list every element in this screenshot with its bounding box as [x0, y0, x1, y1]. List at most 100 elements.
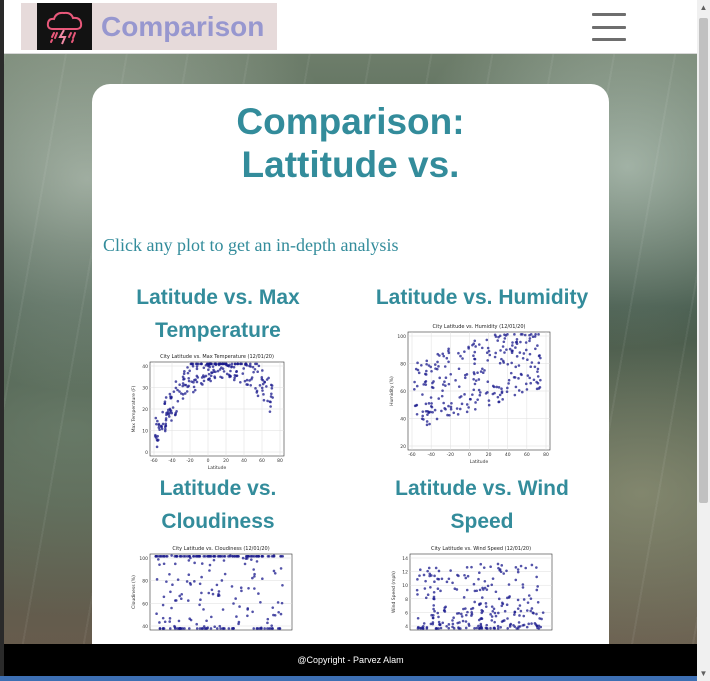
- scatter-point: [183, 370, 186, 373]
- scroll-down-arrow-icon[interactable]: ▼: [697, 666, 710, 681]
- scatter-point: [432, 607, 435, 611]
- navbar-brand[interactable]: Comparison: [21, 3, 277, 50]
- scatter-point: [168, 572, 171, 576]
- scatter-point: [458, 407, 462, 411]
- scatter-point: [280, 554, 283, 558]
- scatter-point: [429, 585, 432, 589]
- scatter-point: [183, 377, 186, 381]
- scatter-point: [261, 554, 265, 558]
- scatter-point: [270, 384, 274, 387]
- scatter-point: [437, 615, 440, 619]
- scatter-point: [516, 570, 520, 574]
- scatter-point: [170, 419, 173, 422]
- scatter-point: [163, 620, 167, 624]
- scatter-point: [157, 423, 161, 427]
- scatter-point: [483, 369, 486, 372]
- scatter-point: [188, 554, 192, 558]
- scatter-point: [460, 612, 463, 616]
- scatter-point: [228, 363, 231, 367]
- scatter-point: [155, 422, 158, 426]
- scatter-point: [484, 605, 488, 608]
- scatter-point: [472, 377, 475, 381]
- scatter-point: [521, 333, 524, 336]
- scatter-point: [267, 627, 271, 630]
- brand-title: Comparison: [101, 10, 265, 42]
- scatter-point: [182, 372, 186, 376]
- scatter-point: [222, 370, 226, 373]
- scatter-point: [522, 352, 526, 355]
- scatter-point: [478, 602, 481, 606]
- scatter-point: [186, 599, 190, 602]
- scatter-point: [169, 396, 173, 400]
- scatter-point: [426, 593, 430, 597]
- scatter-point: [240, 589, 243, 593]
- plot-image-cloudiness[interactable]: City Latitude vs. Cloudiness (12/01/20) 4…: [130, 544, 298, 644]
- scatter-point: [235, 374, 239, 377]
- scatter-point: [198, 582, 202, 586]
- scatter-point: [230, 365, 234, 368]
- scatter-point: [246, 383, 250, 386]
- plot-image-title: City Latitude vs. Wind Speed (12/01/20): [431, 546, 531, 552]
- y-tick-label: 20: [142, 407, 148, 413]
- scatter-point: [480, 596, 484, 599]
- scatter-point: [158, 621, 161, 624]
- scatter-point: [268, 400, 272, 403]
- scatter-point: [246, 614, 249, 618]
- scatter-point: [188, 617, 192, 620]
- scatter-point: [464, 576, 468, 580]
- scatter-point: [535, 612, 538, 616]
- scatter-point: [220, 579, 224, 582]
- scatter-point: [474, 401, 477, 404]
- scatter-point: [473, 600, 476, 604]
- scatter-point: [430, 369, 433, 373]
- plot-image-humidity[interactable]: City Latitude vs. Humidity (12/01/20) 20 4…: [388, 322, 556, 464]
- scatter-point: [248, 364, 251, 368]
- scatter-point: [213, 375, 216, 378]
- scatter-point: [482, 566, 486, 569]
- scatter-point: [497, 597, 501, 601]
- scatter-point: [503, 351, 506, 354]
- scatter-point: [253, 367, 257, 371]
- scatter-point: [174, 413, 177, 416]
- scatter-point: [168, 617, 172, 620]
- scatter-point: [223, 572, 227, 576]
- content-card: Comparison: Lattitude vs. Click any plot…: [92, 84, 609, 681]
- scatter-point: [171, 583, 174, 586]
- scatter-point: [234, 597, 237, 600]
- plot-image-temperature[interactable]: City Latitude vs. Max Temperature (12/01…: [130, 352, 290, 470]
- scatter-point: [185, 580, 189, 583]
- hamburger-menu-icon[interactable]: [592, 13, 626, 41]
- scatter-point: [494, 351, 498, 355]
- scatter-point: [441, 383, 445, 386]
- scatter-point: [530, 361, 534, 364]
- scatter-point: [272, 554, 275, 558]
- scatter-point: [485, 338, 489, 342]
- scatter-point: [536, 585, 539, 588]
- scatter-point: [535, 566, 538, 569]
- scatter-point: [169, 409, 173, 413]
- plot-image-wind-speed[interactable]: City Latitude vs. Wind Speed (12/01/20) 4…: [390, 544, 558, 644]
- scatter-point: [255, 554, 259, 558]
- scatter-point: [479, 391, 482, 394]
- scatter-point: [416, 625, 420, 629]
- scatter-point: [415, 384, 419, 388]
- scatter-point: [494, 614, 498, 618]
- scatter-point: [441, 389, 444, 392]
- scatter-point: [195, 627, 199, 630]
- scatter-point: [539, 625, 543, 629]
- scatter-point: [241, 556, 245, 560]
- scatter-point: [449, 407, 453, 411]
- vertical-scrollbar[interactable]: ▲ ▼: [697, 0, 710, 681]
- scatter-point: [270, 392, 273, 396]
- scroll-up-arrow-icon[interactable]: ▲: [697, 0, 710, 15]
- navbar: Comparison: [4, 0, 697, 54]
- scatter-point: [463, 573, 466, 577]
- scatter-point: [516, 568, 520, 571]
- scrollbar-thumb[interactable]: [699, 18, 708, 503]
- scatter-point: [434, 367, 437, 370]
- scatter-point: [185, 554, 189, 558]
- scatter-point: [514, 365, 518, 369]
- scatter-point: [415, 412, 419, 416]
- scatter-point: [415, 588, 419, 592]
- scatter-point: [432, 614, 435, 617]
